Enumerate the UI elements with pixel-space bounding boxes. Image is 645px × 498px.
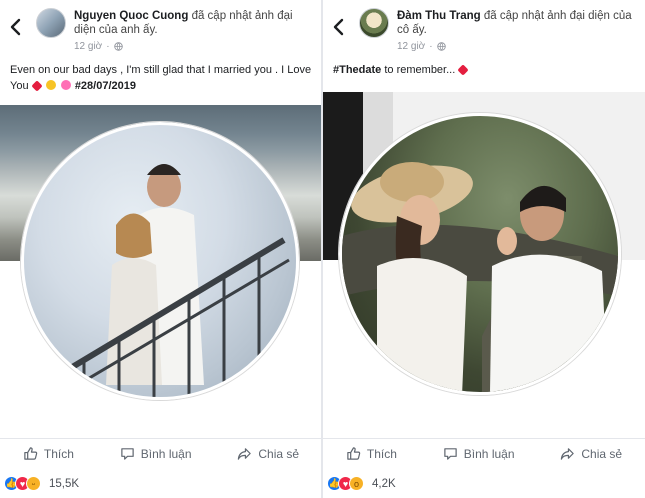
avatar[interactable] bbox=[359, 8, 389, 38]
post-meta: 12 giờ · bbox=[397, 41, 446, 52]
reaction-icons: 👍 ♥ ᵕ bbox=[4, 476, 41, 491]
post-caption: Even on our bad days , I'm still glad th… bbox=[10, 62, 315, 94]
share-icon bbox=[561, 448, 575, 460]
back-arrow-icon[interactable] bbox=[8, 18, 24, 36]
comment-button[interactable]: Bình luận bbox=[120, 446, 192, 461]
couple-photo-illustration bbox=[342, 162, 618, 392]
couple-photo-illustration bbox=[57, 164, 290, 397]
avatar[interactable] bbox=[36, 8, 66, 38]
post-time[interactable]: 12 giờ bbox=[397, 41, 425, 52]
post-caption: #Thedate to remember... bbox=[333, 62, 638, 78]
post-header-text: Đàm Thu Trang đã cập nhật ảnh đại diện c… bbox=[397, 9, 637, 37]
like-label: Thích bbox=[43, 446, 74, 461]
profile-picture[interactable] bbox=[21, 122, 299, 400]
post-dam-thu-trang: Đàm Thu Trang đã cập nhật ảnh đại diện c… bbox=[323, 0, 645, 498]
like-button[interactable]: Thích bbox=[23, 446, 74, 461]
share-label: Chia sẻ bbox=[581, 446, 623, 461]
reaction-count: 15,5K bbox=[49, 477, 80, 490]
caption-text: Even on our bad days , I'm still glad th… bbox=[10, 64, 312, 92]
author-name[interactable]: Nguyen Quoc Cuong bbox=[74, 10, 188, 22]
red-heart-icon bbox=[30, 80, 43, 92]
thumbs-up-icon bbox=[24, 447, 38, 460]
profile-picture[interactable] bbox=[339, 113, 621, 395]
author-name[interactable]: Đàm Thu Trang bbox=[397, 10, 481, 22]
post-actions-bar: Thích Bình luận Chia sẻ bbox=[0, 438, 322, 468]
red-heart-icon bbox=[457, 64, 470, 76]
reaction-summary[interactable]: 👍 ♥ o 4,2K bbox=[327, 476, 396, 491]
post-meta: 12 giờ · bbox=[74, 41, 123, 52]
kiss-face-icon bbox=[45, 80, 56, 90]
post-header-text: Nguyen Quoc Cuong đã cập nhật ảnh đại di… bbox=[74, 9, 314, 37]
globe-icon bbox=[436, 42, 446, 51]
share-button[interactable]: Chia sẻ bbox=[560, 446, 622, 461]
wow-reaction-icon: o bbox=[349, 476, 364, 491]
caption-hashtag[interactable]: #Thedate bbox=[333, 64, 381, 76]
reaction-count: 4,2K bbox=[372, 477, 396, 490]
caption-text: to remember... bbox=[384, 64, 456, 76]
comment-label: Bình luận bbox=[463, 446, 515, 461]
post-time[interactable]: 12 giờ bbox=[74, 41, 102, 52]
comment-button[interactable]: Bình luận bbox=[443, 446, 515, 461]
reaction-summary[interactable]: 👍 ♥ ᵕ 15,5K bbox=[4, 476, 79, 491]
post-actions-bar: Thích Bình luận Chia sẻ bbox=[323, 438, 645, 468]
reaction-icons: 👍 ♥ o bbox=[327, 476, 364, 491]
share-button[interactable]: Chia sẻ bbox=[237, 446, 299, 461]
share-icon bbox=[238, 448, 252, 460]
like-label: Thích bbox=[366, 446, 397, 461]
globe-icon bbox=[113, 42, 123, 51]
thumbs-up-icon bbox=[347, 447, 361, 460]
caption-hashtag[interactable]: #28/07/2019 bbox=[75, 80, 136, 92]
post-header: Đàm Thu Trang đã cập nhật ảnh đại diện c… bbox=[323, 4, 645, 54]
haha-reaction-icon: ᵕ bbox=[26, 476, 41, 491]
post-header: Nguyen Quoc Cuong đã cập nhật ảnh đại di… bbox=[0, 4, 322, 54]
comment-icon bbox=[444, 448, 457, 460]
back-arrow-icon[interactable] bbox=[331, 18, 347, 36]
post-nguyen-quoc-cuong: Nguyen Quoc Cuong đã cập nhật ảnh đại di… bbox=[0, 0, 322, 498]
sparkling-heart-icon bbox=[60, 80, 71, 90]
share-label: Chia sẻ bbox=[258, 446, 300, 461]
comment-label: Bình luận bbox=[140, 446, 192, 461]
like-button[interactable]: Thích bbox=[346, 446, 397, 461]
comment-icon bbox=[121, 448, 134, 460]
